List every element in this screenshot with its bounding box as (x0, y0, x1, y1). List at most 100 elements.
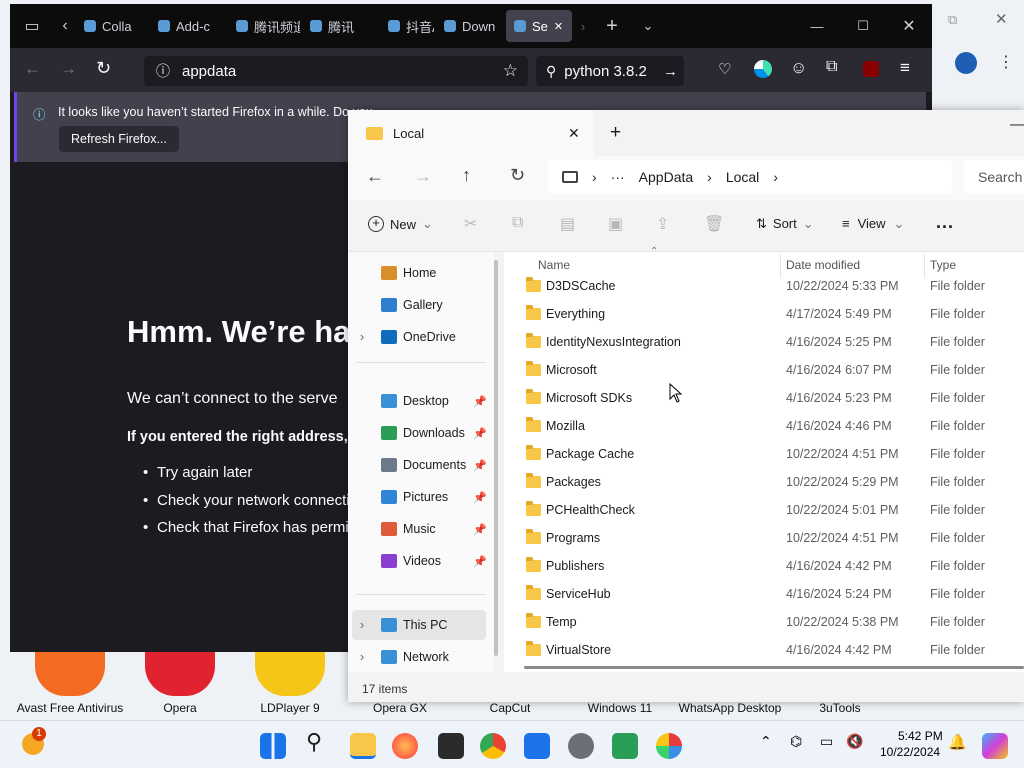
start-icon[interactable] (260, 733, 286, 759)
sidebar-scrollbar[interactable] (494, 260, 498, 656)
file-explorer-icon[interactable] (350, 733, 376, 759)
search-bar[interactable]: ⚲ python 3.8.2 → (536, 56, 684, 86)
copy-icon[interactable]: ⧉ (512, 214, 523, 232)
sidebar-item-this-pc[interactable]: › This PC (352, 610, 486, 640)
list-item[interactable]: D3DSCache 10/22/2024 5:33 PM File folder (504, 272, 1024, 300)
minimize-icon[interactable]: — (1010, 116, 1024, 134)
chrome-icon[interactable] (480, 733, 506, 759)
desktop-shortcut[interactable]: LDPlayer 9 (235, 648, 345, 717)
display-icon[interactable]: ▭ (820, 733, 833, 750)
more-options-button[interactable]: ... (936, 212, 954, 233)
browser-tab[interactable]: Add-c (150, 10, 226, 42)
sidebar-item-music[interactable]: Music 📌 (348, 514, 494, 544)
more-icon[interactable]: ⋮ (998, 52, 1014, 72)
breadcrumb-appdata[interactable]: AppData (639, 169, 693, 185)
sync-icon[interactable] (754, 60, 772, 78)
tab-close-icon[interactable]: ✕ (554, 20, 563, 33)
ellipsis-icon[interactable]: ··· (611, 169, 625, 185)
tab-list-icon[interactable]: ▭ (10, 16, 54, 36)
info-icon[interactable]: ⓘ (156, 61, 170, 81)
share-icon[interactable]: ⇪ (656, 214, 669, 234)
refresh-firefox-button[interactable]: Refresh Firefox... (59, 126, 179, 152)
health-app-icon[interactable] (524, 733, 550, 759)
list-item[interactable]: IdentityNexusIntegration 4/16/2024 5:25 P… (504, 328, 1024, 356)
sidebar-item-pictures[interactable]: Pictures 📌 (348, 482, 494, 512)
bookmark-star-icon[interactable]: ☆ (503, 61, 518, 81)
list-item[interactable]: VirtualStore 4/16/2024 4:42 PM File folder (504, 636, 1024, 664)
explorer-tab[interactable]: Local ✕ (348, 110, 594, 156)
bg-close-icon[interactable]: ✕ (995, 10, 1008, 28)
pin-icon[interactable]: 📌 (473, 523, 487, 536)
chevron-up-icon[interactable]: ⌃ (760, 733, 772, 750)
sidebar-item-home[interactable]: Home (348, 258, 494, 288)
refresh-icon[interactable]: ↻ (510, 165, 525, 186)
photos-icon[interactable] (656, 733, 682, 759)
browser-tab[interactable]: Colla (76, 10, 148, 42)
sidebar-item-desktop[interactable]: Desktop 📌 (348, 386, 494, 416)
new-button[interactable]: + New ⌄ (368, 216, 433, 232)
list-item[interactable]: Mozilla 4/16/2024 4:46 PM File folder (504, 412, 1024, 440)
maximize-icon[interactable]: ☐ (840, 18, 886, 34)
sidebar-item-network[interactable]: › Network (348, 642, 494, 672)
pin-icon[interactable]: 📌 (473, 555, 487, 568)
network-icon[interactable]: ⌬ (790, 733, 802, 750)
browser-tab[interactable]: 抖音A (380, 10, 434, 42)
forward-icon[interactable]: → (414, 166, 432, 187)
list-item[interactable]: Microsoft SDKs 4/16/2024 5:23 PM File fold… (504, 384, 1024, 412)
pin-icon[interactable]: 📌 (473, 395, 487, 408)
pin-icon[interactable]: 📌 (473, 459, 487, 472)
url-bar[interactable]: ⓘ appdata ☆ (144, 56, 528, 86)
firefox-icon[interactable] (392, 733, 418, 759)
rename-icon[interactable]: ▣ (608, 214, 623, 234)
list-item[interactable]: ServiceHub 4/16/2024 5:24 PM File folder (504, 580, 1024, 608)
browser-tab[interactable]: Se ✕ (506, 10, 572, 42)
new-tab-icon[interactable]: + (594, 15, 630, 38)
bg-restore-icon[interactable]: ⧉ (948, 12, 957, 28)
desktop-shortcut[interactable]: Opera (125, 648, 235, 717)
browser-tab[interactable]: 腾讯频道 (228, 10, 300, 42)
cut-icon[interactable]: ✂ (464, 214, 477, 234)
forward-icon[interactable]: → (60, 59, 77, 79)
delete-icon[interactable]: 🗑 (704, 214, 724, 234)
up-icon[interactable]: ↑ (462, 165, 471, 186)
ublock-icon[interactable] (863, 61, 879, 77)
back-icon[interactable]: ← (24, 59, 41, 79)
paste-icon[interactable]: ▤ (560, 214, 575, 234)
sidebar-item-downloads[interactable]: Downloads 📌 (348, 418, 494, 448)
browser-tab[interactable]: 腾讯 (302, 10, 378, 42)
app-icon[interactable] (612, 733, 638, 759)
sidebar-item-gallery[interactable]: Gallery (348, 290, 494, 320)
list-item[interactable]: Everything 4/17/2024 5:49 PM File folder (504, 300, 1024, 328)
pin-icon[interactable]: 📌 (473, 427, 487, 440)
copilot-icon[interactable] (982, 733, 1008, 759)
profile-icon[interactable] (955, 52, 977, 74)
desktop-shortcut[interactable]: Avast Free Antivirus (15, 648, 125, 717)
tab-close-icon[interactable]: ✕ (568, 125, 580, 142)
notification-bell-icon[interactable]: 🔔 (948, 733, 967, 751)
breadcrumb-local[interactable]: Local (726, 169, 759, 185)
expand-chevron-icon[interactable]: › (360, 330, 364, 344)
tab-overflow-icon[interactable]: ⌄ (630, 18, 666, 34)
extensions-icon[interactable]: ⧉ (826, 58, 837, 76)
tabs-scroll-left-icon[interactable]: ‹ (54, 17, 76, 35)
column-name[interactable]: Name (538, 258, 570, 272)
browser-tab[interactable]: Down (436, 10, 504, 42)
tabs-scroll-right-icon[interactable]: › (572, 19, 594, 34)
close-icon[interactable]: ✕ (886, 16, 932, 36)
sidebar-item-onedrive[interactable]: › OneDrive (348, 322, 494, 352)
pocket-icon[interactable]: ♡ (718, 60, 731, 78)
sidebar-item-documents[interactable]: Documents 📌 (348, 450, 494, 480)
list-item[interactable]: Programs 10/22/2024 4:51 PM File folder (504, 524, 1024, 552)
column-date-modified[interactable]: Date modified (786, 258, 860, 272)
horizontal-scrollbar[interactable] (524, 666, 1024, 669)
account-icon[interactable]: ☺ (790, 58, 807, 78)
list-item[interactable]: Temp 10/22/2024 5:38 PM File folder (504, 608, 1024, 636)
search-box[interactable]: Search (964, 160, 1024, 194)
reload-icon[interactable]: ↻ (96, 58, 111, 79)
list-item[interactable]: PCHealthCheck 10/22/2024 5:01 PM File fold… (504, 496, 1024, 524)
view-button[interactable]: ≡ View ⌄ (842, 216, 904, 232)
clock-time[interactable]: 5:42 PM (898, 729, 943, 743)
expand-chevron-icon[interactable]: › (360, 650, 364, 664)
new-tab-icon[interactable]: + (610, 122, 621, 144)
breadcrumb[interactable]: › ··· AppData › Local › (548, 160, 952, 194)
